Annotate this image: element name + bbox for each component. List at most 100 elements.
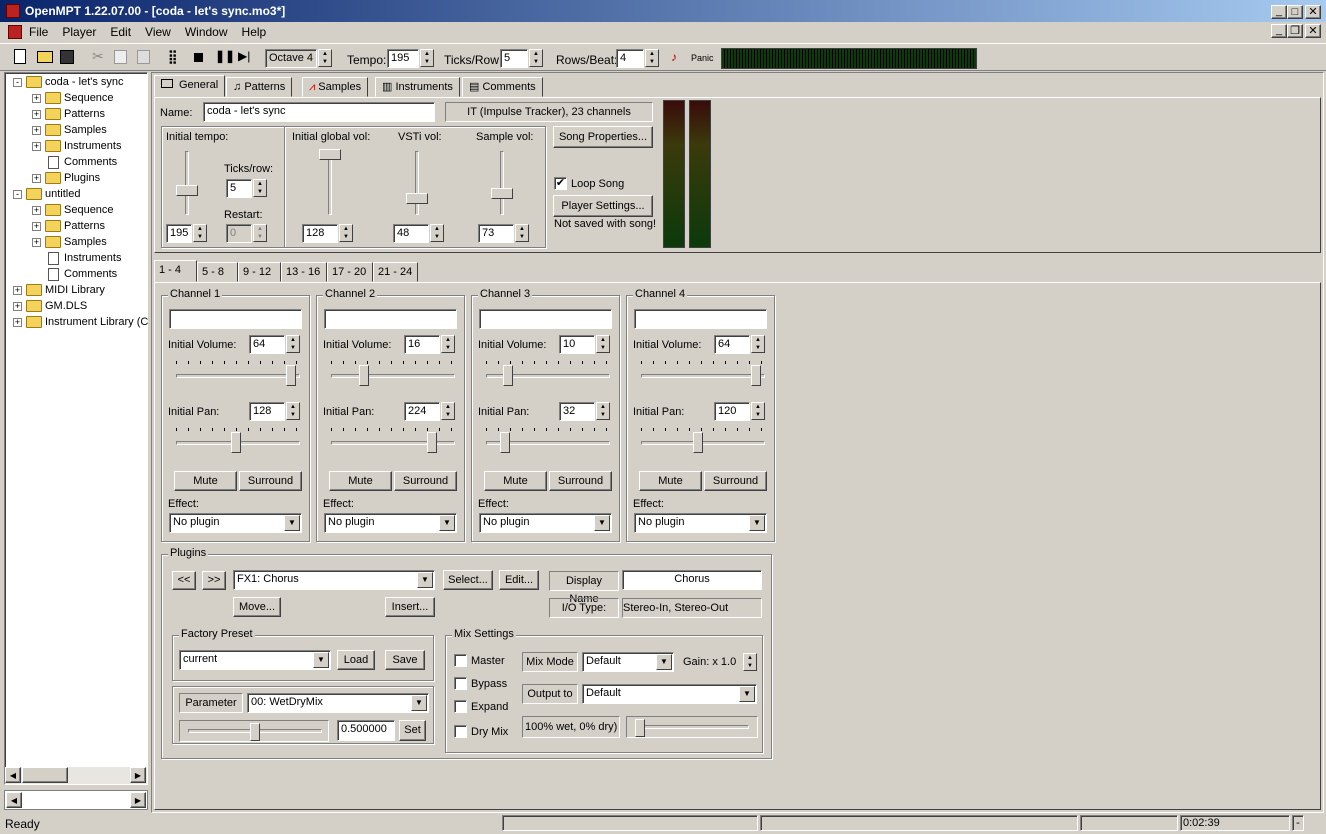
- vsti-spin[interactable]: ▲ ▼: [430, 224, 444, 242]
- move-button[interactable]: Move...: [233, 597, 281, 617]
- ticks-row-field[interactable]: 5: [226, 179, 252, 198]
- mdi-close-button[interactable]: ✕: [1305, 24, 1321, 38]
- play-icon[interactable]: ▶|: [238, 49, 250, 63]
- expand-icon[interactable]: +: [32, 141, 41, 151]
- tree-item[interactable]: Instruments: [32, 250, 121, 266]
- chevron-down-icon[interactable]: ▼: [594, 515, 610, 531]
- master-checkbox[interactable]: [454, 654, 467, 667]
- dry-mix-checkbox[interactable]: [454, 725, 467, 738]
- volume-slider[interactable]: [751, 365, 761, 386]
- global-vol-slider[interactable]: [319, 149, 341, 160]
- mute-button[interactable]: Mute: [329, 471, 392, 491]
- expand-icon[interactable]: +: [32, 237, 41, 247]
- rows-field[interactable]: 4: [616, 49, 644, 68]
- player-settings-button[interactable]: Player Settings...: [553, 195, 653, 217]
- expand-icon[interactable]: +: [32, 221, 41, 231]
- global-vol-spin[interactable]: ▲ ▼: [339, 224, 353, 242]
- chevron-down-icon[interactable]: ▼: [417, 572, 433, 588]
- channel-name-field[interactable]: [324, 309, 457, 329]
- tree-item[interactable]: + Instruments: [32, 138, 121, 154]
- channel-tab[interactable]: 5 - 8: [197, 262, 238, 282]
- new-icon[interactable]: [14, 49, 26, 64]
- channel-tab[interactable]: 17 - 20: [327, 262, 373, 282]
- initial-pan-field[interactable]: 128: [249, 402, 285, 421]
- channel-tab[interactable]: 13 - 16: [281, 262, 327, 282]
- channel-tab[interactable]: 21 - 24: [373, 262, 418, 282]
- pan-spin[interactable]: ▲ ▼: [596, 402, 610, 420]
- pause-icon[interactable]: ❚❚: [215, 49, 235, 63]
- menu-player[interactable]: Player: [62, 25, 96, 39]
- stop-icon[interactable]: [194, 53, 203, 62]
- open-icon[interactable]: [37, 51, 53, 63]
- sample-vol-field[interactable]: 73: [478, 224, 514, 243]
- maximize-button[interactable]: □: [1287, 5, 1303, 19]
- mdi-minimize-button[interactable]: _: [1271, 24, 1287, 38]
- channel-name-field[interactable]: [479, 309, 612, 329]
- vsti-field[interactable]: 48: [393, 224, 429, 243]
- menu-file[interactable]: File: [29, 25, 48, 39]
- init-tempo-spin[interactable]: ▲ ▼: [193, 224, 207, 242]
- next-plugin-button[interactable]: >>: [202, 571, 226, 590]
- tab-instruments[interactable]: ▥ Instruments: [375, 77, 460, 97]
- tree-item[interactable]: + Sequence: [32, 202, 114, 218]
- surround-button[interactable]: Surround: [239, 471, 302, 491]
- volume-spin[interactable]: ▲ ▼: [751, 335, 765, 353]
- close-button[interactable]: ✕: [1305, 5, 1321, 19]
- insert-button[interactable]: Insert...: [385, 597, 435, 617]
- pan-spin[interactable]: ▲ ▼: [441, 402, 455, 420]
- channel-name-field[interactable]: [634, 309, 767, 329]
- tree-item[interactable]: + Sequence: [32, 90, 114, 106]
- ticks-field[interactable]: 5: [500, 49, 528, 68]
- chevron-down-icon[interactable]: ▼: [656, 654, 672, 670]
- tree-item[interactable]: + GM.DLS: [13, 298, 87, 314]
- loop-song-checkbox[interactable]: ✔: [554, 177, 567, 190]
- volume-spin[interactable]: ▲ ▼: [286, 335, 300, 353]
- tab-general[interactable]: General: [154, 75, 226, 97]
- load-preset-button[interactable]: Load: [337, 650, 375, 670]
- save-icon[interactable]: [60, 50, 74, 64]
- tree-hscroll[interactable]: ◀ ▶: [5, 767, 147, 784]
- initial-pan-field[interactable]: 32: [559, 402, 595, 421]
- tree-item[interactable]: + MIDI Library: [13, 282, 105, 298]
- tree-item[interactable]: + Instrument Library (C: [13, 314, 148, 330]
- effect-select[interactable]: No plugin ▼: [634, 513, 767, 533]
- param-slider[interactable]: [250, 723, 260, 741]
- pan-slider[interactable]: [427, 432, 437, 453]
- tab-samples[interactable]: ⩘ Samples: [302, 77, 369, 97]
- chevron-down-icon[interactable]: ▼: [739, 686, 755, 702]
- collapse-icon[interactable]: -: [13, 77, 22, 87]
- pan-slider[interactable]: [500, 432, 510, 453]
- channel-name-field[interactable]: [169, 309, 302, 329]
- tab-patterns[interactable]: ♫ Patterns: [226, 77, 293, 97]
- pan-spin[interactable]: ▲ ▼: [286, 402, 300, 420]
- expand-icon[interactable]: +: [32, 173, 41, 183]
- surround-button[interactable]: Surround: [704, 471, 767, 491]
- expand-icon[interactable]: +: [32, 125, 41, 135]
- global-vol-field[interactable]: 128: [302, 224, 338, 243]
- select-plugin-button[interactable]: Select...: [443, 570, 493, 590]
- panic-icon[interactable]: ♪: [671, 50, 677, 64]
- tree-item[interactable]: + Patterns: [32, 218, 105, 234]
- tempo-slider[interactable]: [176, 185, 198, 196]
- init-tempo-field[interactable]: 195: [166, 224, 192, 243]
- set-param-button[interactable]: Set: [399, 720, 426, 741]
- surround-button[interactable]: Surround: [394, 471, 457, 491]
- menu-view[interactable]: View: [145, 25, 171, 39]
- tree-item[interactable]: - untitled: [13, 186, 80, 202]
- scroll-left-arrow-2[interactable]: ◀: [6, 792, 22, 808]
- song-properties-button[interactable]: Song Properties...: [553, 126, 653, 148]
- expand-icon[interactable]: +: [32, 93, 41, 103]
- expand-icon[interactable]: +: [32, 205, 41, 215]
- vsti-slider[interactable]: [406, 193, 428, 204]
- gain-spin[interactable]: ▲ ▼: [743, 653, 757, 671]
- paste-icon[interactable]: [137, 50, 150, 64]
- copy-icon[interactable]: [114, 50, 127, 64]
- volume-spin[interactable]: ▲ ▼: [596, 335, 610, 353]
- mute-button[interactable]: Mute: [484, 471, 547, 491]
- fx-select[interactable]: FX1: Chorus ▼: [233, 570, 435, 590]
- expand-icon[interactable]: +: [13, 285, 22, 295]
- channel-tab[interactable]: 1 - 4: [154, 260, 197, 282]
- tree-item[interactable]: + Plugins: [32, 170, 100, 186]
- ticks-spin[interactable]: ▲ ▼: [529, 49, 543, 67]
- effect-select[interactable]: No plugin ▼: [169, 513, 302, 533]
